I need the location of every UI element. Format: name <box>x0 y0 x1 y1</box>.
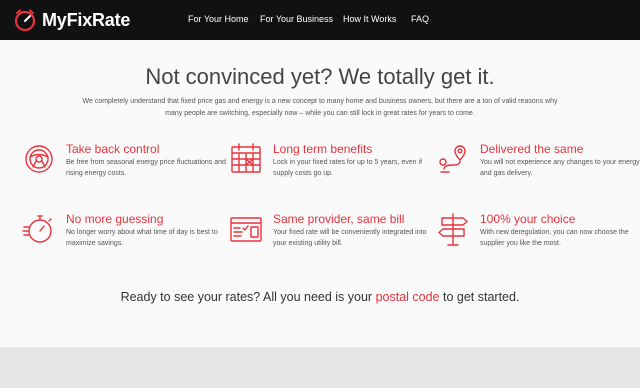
nav-link-home[interactable]: For Your Home <box>188 14 249 24</box>
feature-title: Long term benefits <box>273 142 373 156</box>
postal-code-link[interactable]: postal code <box>376 290 440 304</box>
top-navbar: MyFixRate For Your Home For Your Busines… <box>0 0 640 40</box>
intro-paragraph: We completely understand that fixed pric… <box>82 98 558 117</box>
feature-your-choice: 100% your choice With new deregulation, … <box>436 212 636 262</box>
signpost-icon <box>438 213 468 246</box>
feature-description: Be free from seasonal energy price fluct… <box>66 159 226 177</box>
brand-name: MyFixRate <box>42 9 131 30</box>
gauge-logo-icon <box>14 9 36 32</box>
cta-text-end: to get started. <box>439 290 520 304</box>
feature-description: Your fixed rate will be conveniently int… <box>273 229 427 247</box>
route-pin-icon <box>439 145 466 173</box>
cta-text-start: Ready to see your rates? All you need is… <box>120 290 376 304</box>
feature-take-back-control: Take back control Be free from seasonal … <box>22 142 226 192</box>
feature-delivered-the-same: Delivered the same You will not experien… <box>436 142 640 192</box>
feature-title: No more guessing <box>66 212 164 226</box>
nav-link-faq[interactable]: FAQ <box>411 14 429 24</box>
feature-description: You will not experience any changes to y… <box>480 159 640 177</box>
nav-link-how-it-works[interactable]: How It Works <box>343 14 396 24</box>
feature-description: No longer worry about what time of day i… <box>66 229 218 247</box>
feature-description: With new deregulation, you can now choos… <box>480 229 629 247</box>
nav-link-business[interactable]: For Your Business <box>260 14 333 24</box>
feature-title: 100% your choice <box>480 212 576 226</box>
footer-band <box>0 347 640 388</box>
feature-title: Same provider, same bill <box>273 212 405 226</box>
feature-no-more-guessing: No more guessing No longer worry about w… <box>22 212 222 262</box>
feature-title: Take back control <box>66 142 160 156</box>
feature-long-term-benefits: Long term benefits Lock in your fixed ra… <box>229 142 429 192</box>
feature-title: Delivered the same <box>480 142 584 156</box>
page-headline: Not convinced yet? We totally get it. <box>145 64 495 89</box>
brand-logo[interactable]: MyFixRate <box>13 7 130 33</box>
stopwatch-icon <box>22 215 52 243</box>
calendar-icon <box>231 143 261 173</box>
cta-text: Ready to see your rates? All you need is… <box>0 290 640 304</box>
steering-wheel-icon <box>25 145 53 173</box>
feature-same-provider: Same provider, same bill Your fixed rate… <box>229 212 429 262</box>
feature-description: Lock in your fixed rates for up to 5 yea… <box>273 159 423 177</box>
bill-icon <box>230 217 262 242</box>
